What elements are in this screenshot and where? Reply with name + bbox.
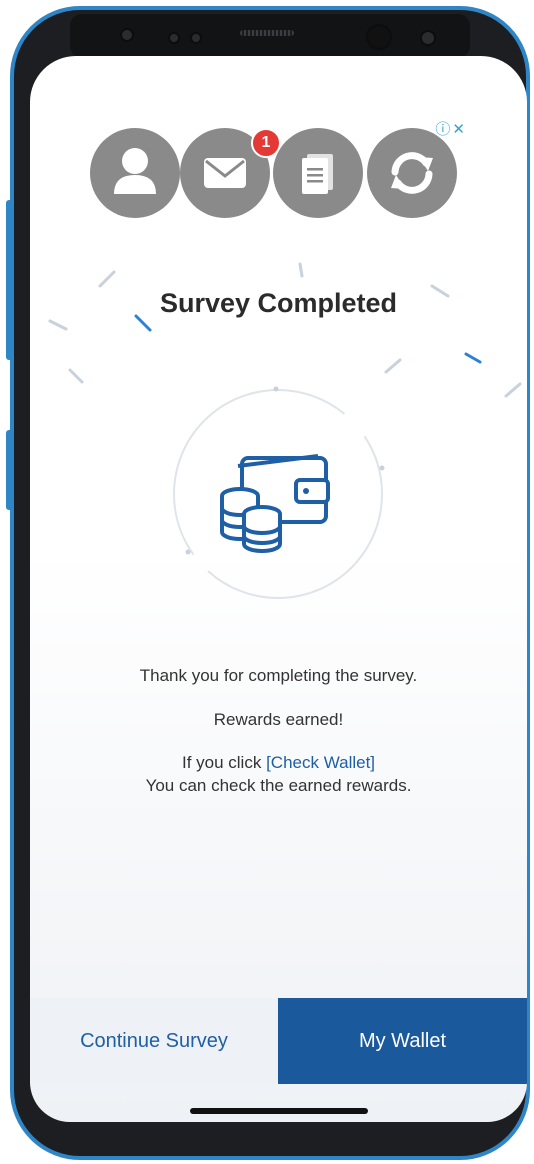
sensor-dot — [168, 32, 180, 44]
thank-you-text: Thank you for completing the survey. — [139, 666, 418, 685]
front-camera — [366, 24, 392, 50]
wallet-coins-icon — [173, 386, 385, 599]
profile-icon[interactable] — [90, 128, 180, 218]
hint-prefix: If you click — [181, 753, 267, 772]
sensor-dot — [120, 28, 134, 42]
stage: ⓘ✕ 1 Survey Completed Thank you for comp… — [0, 0, 534, 1164]
my-wallet-button[interactable]: My Wallet — [278, 998, 527, 1084]
page-title: Survey Completed — [159, 288, 398, 318]
check-wallet-hint: If you click [Check Wallet] — [30, 753, 527, 773]
sensor-dot — [420, 30, 436, 46]
check-wallet-link[interactable]: [Check Wallet] — [266, 753, 375, 772]
rewards-text: Rewards earned! — [213, 710, 344, 729]
sensor-dot — [190, 32, 202, 44]
app-screen: ⓘ✕ 1 Survey Completed Thank you for comp… — [30, 56, 527, 1122]
speaker-grill — [240, 30, 294, 36]
check-rewards-text: You can check the earned rewards. — [145, 776, 412, 795]
continue-survey-button[interactable]: Continue Survey — [30, 998, 278, 1084]
home-indicator[interactable] — [190, 1108, 368, 1114]
refresh-icon[interactable] — [367, 128, 457, 218]
document-icon[interactable] — [273, 128, 363, 218]
